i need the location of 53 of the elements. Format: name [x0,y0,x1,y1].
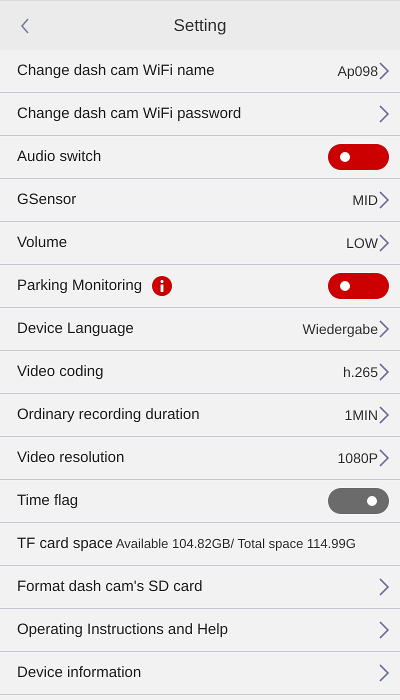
setting-row[interactable]: Time flag [0,480,400,523]
chevron-right-icon [379,320,389,338]
setting-label: GSensor [17,190,76,210]
setting-row[interactable]: Video resolution 1080P [0,437,400,480]
setting-label: Operating Instructions and Help [17,620,228,640]
setting-value: 1080P [338,448,378,468]
setting-row[interactable]: Ordinary recording duration 1MIN [0,394,400,437]
setting-label: Change dash cam WiFi password [17,104,242,124]
chevron-right-icon [379,62,389,80]
toggle-switch[interactable] [328,144,389,170]
setting-label: Parking Monitoring [17,276,142,296]
setting-value: h.265 [342,362,378,382]
setting-value: Available 104.82GB/ Total space 114.99G [116,535,356,554]
setting-label: Format dash cam's SD card [17,576,202,597]
setting-label: Device information [17,662,142,683]
setting-row[interactable]: Volume LOW [0,222,400,265]
setting-row[interactable]: Change dash cam WiFi password [0,93,400,136]
setting-value: 1MIN [344,406,378,424]
setting-row[interactable]: Format dash cam's SD card [0,566,400,609]
setting-label: Ordinary recording duration [17,404,200,425]
setting-row[interactable]: Operating Instructions and Help [0,609,400,652]
chevron-right-icon [379,105,389,123]
setting-value: MID [352,190,378,210]
setting-label: Device Language [17,318,134,339]
chevron-right-icon [379,621,389,639]
setting-label: Video coding [17,362,104,382]
setting-row[interactable]: Video coding h.265 [0,351,400,394]
toggle-switch[interactable] [328,488,389,514]
page-title: Setting [174,14,226,37]
setting-value: LOW [346,234,378,252]
setting-label: Volume [17,232,68,253]
info-icon[interactable] [152,276,172,296]
chevron-right-icon [379,664,389,682]
setting-label: Time flag [17,490,78,511]
setting-row[interactable]: Device Language Wiedergabe [0,308,400,351]
chevron-right-icon [379,234,389,252]
setting-row[interactable]: Parking Monitoring [0,265,400,308]
chevron-right-icon [379,449,389,467]
setting-label: TF card space [17,534,113,554]
setting-row[interactable]: Device information [0,652,400,695]
setting-row[interactable]: Change dash cam WiFi name Ap098 [0,50,400,93]
chevron-right-icon [379,578,389,596]
toggle-switch[interactable] [328,273,389,299]
setting-row[interactable]: Audio switch [0,136,400,179]
setting-label: Change dash cam WiFi name [17,60,215,81]
setting-value: Ap098 [338,62,378,81]
setting-label: Video resolution [17,448,124,468]
chevron-right-icon [379,406,389,424]
setting-value: Wiedergabe [302,320,378,339]
setting-row[interactable]: GSensor MID [0,179,400,222]
setting-label: Audio switch [17,146,102,167]
chevron-right-icon [379,191,389,209]
chevron-right-icon [379,363,389,381]
